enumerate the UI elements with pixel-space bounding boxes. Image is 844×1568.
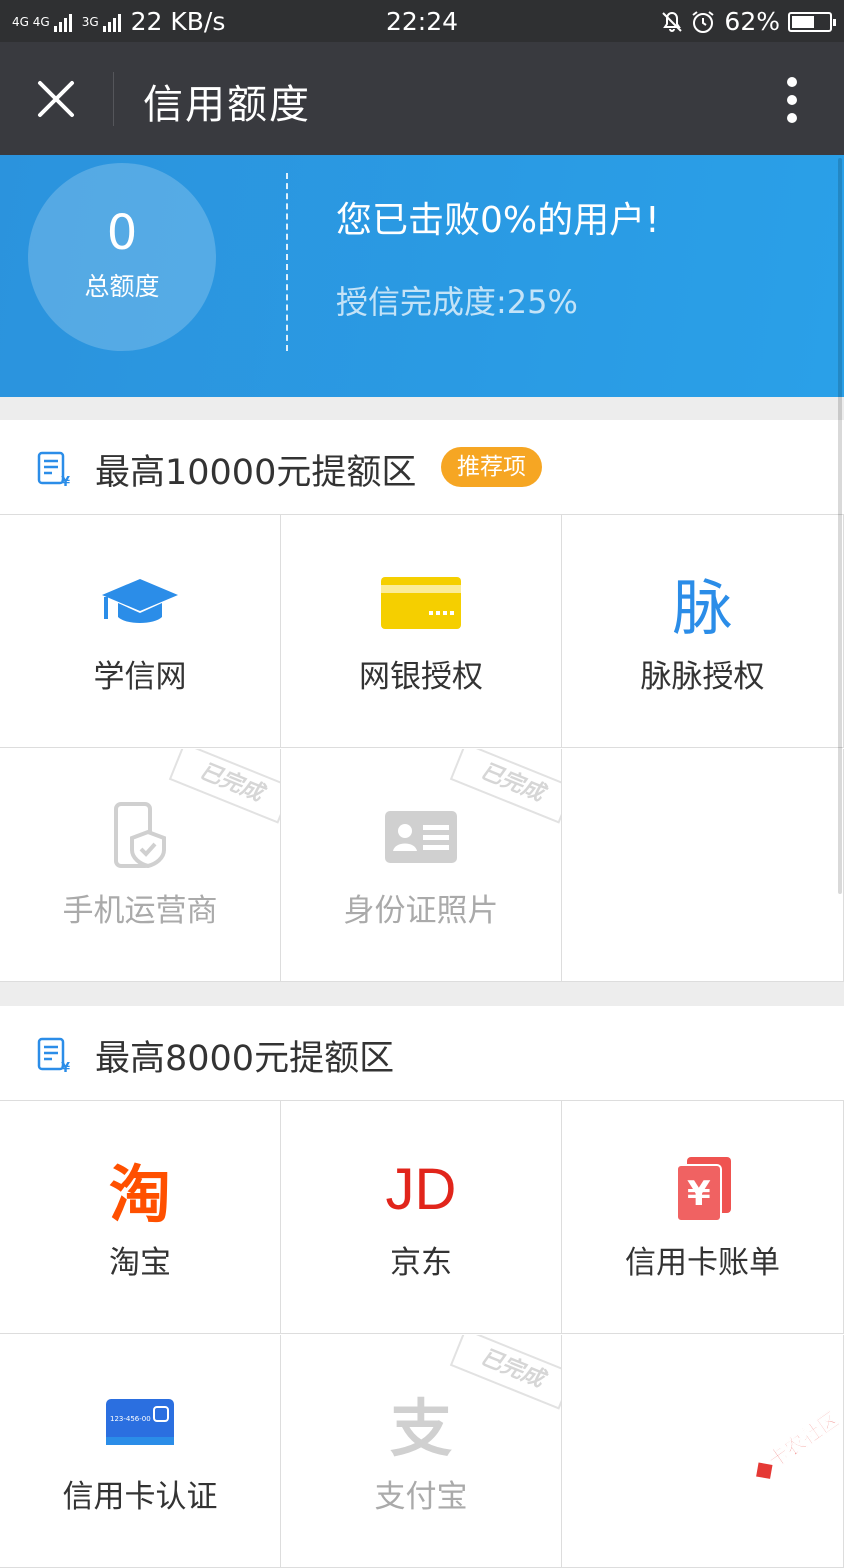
maimai-icon: 脉 (661, 561, 745, 645)
title-divider (113, 72, 114, 126)
credit-summary: 0 总额度 您已击败0%的用户! 授信完成度:25% (0, 155, 844, 397)
total-amount-circle: 0 总额度 (28, 163, 216, 351)
credit-card-icon: 123-456-00 (98, 1381, 182, 1465)
title-bar: 信用额度 (0, 42, 844, 155)
item-taobao[interactable]: 淘 淘宝 (0, 1101, 281, 1334)
item-label: 京东 (390, 1245, 452, 1281)
status-bar: 4G 4G 3G 22 KB/s 22:24 62% (0, 0, 844, 42)
battery-percent: 62% (724, 7, 780, 36)
section-8000-grid: 淘 淘宝 JD 京东 ¥ 信用卡账单 123-456-00 信用卡认证 已完成 … (0, 1100, 844, 1568)
total-amount-label: 总额度 (84, 272, 160, 301)
id-card-icon (379, 795, 463, 879)
item-maimai[interactable]: 脉 脉脉授权 (562, 515, 844, 748)
item-label: 信用卡账单 (625, 1245, 780, 1281)
page-title: 信用额度 (143, 82, 311, 128)
status-right: 62% (660, 7, 836, 36)
svg-text:¥: ¥ (61, 475, 70, 488)
scrollbar[interactable] (838, 158, 842, 894)
bill-yuan-icon: ¥ (37, 451, 70, 488)
section-10000-header: ¥ 最高10000元提额区 推荐项 (0, 420, 844, 514)
taobao-icon: 淘 (98, 1147, 182, 1231)
item-credit-card-auth[interactable]: 123-456-00 信用卡认证 (0, 1335, 281, 1568)
maimai-icon-glyph: 脉 (672, 573, 733, 644)
bank-card-icon (379, 561, 463, 645)
watermark-text: 卡农社区 (764, 1407, 842, 1473)
item-alipay[interactable]: 已完成 支 支付宝 (281, 1335, 562, 1568)
completed-stamp: 已完成 (449, 749, 561, 824)
graduation-cap-icon (98, 561, 182, 645)
total-amount-value: 0 (106, 205, 138, 261)
section-10000-grid: 学信网 网银授权 脉 脉脉授权 已完成 手机运营商 已完成 身份证照片 (0, 514, 844, 982)
item-label: 信用卡认证 (62, 1479, 218, 1515)
item-mobile-carrier[interactable]: 已完成 手机运营商 (0, 749, 281, 982)
recommended-badge: 推荐项 (441, 447, 542, 487)
battery-icon (788, 11, 836, 32)
bill-yuan-icon: ¥ (37, 1037, 70, 1074)
item-label: 支付宝 (374, 1479, 468, 1515)
card-number-text: 123-456-00 (110, 1415, 151, 1423)
item-label: 身份证照片 (343, 893, 499, 929)
section-title: 最高10000元提额区 (95, 453, 417, 493)
item-label: 手机运营商 (62, 893, 218, 929)
item-credit-bill[interactable]: ¥ 信用卡账单 (562, 1101, 844, 1334)
item-label: 淘宝 (109, 1245, 171, 1281)
completed-stamp: 已完成 (168, 749, 280, 824)
item-xuexin[interactable]: 学信网 (0, 515, 281, 748)
alarm-icon (692, 10, 715, 33)
phone-shield-icon (98, 795, 182, 879)
svg-text:¥: ¥ (61, 1061, 70, 1074)
completed-stamp: 已完成 (449, 1335, 561, 1410)
jd-icon-glyph: JD (385, 1156, 457, 1222)
item-label: 学信网 (93, 659, 187, 695)
jd-icon: JD (379, 1147, 463, 1231)
empty-cell (562, 749, 844, 982)
item-label: 脉脉授权 (640, 659, 765, 695)
alipay-icon: 支 (379, 1381, 463, 1465)
item-label: 网银授权 (359, 659, 483, 695)
alipay-icon-glyph: 支 (389, 1392, 452, 1465)
close-icon[interactable] (36, 79, 76, 119)
taobao-icon-glyph: 淘 (108, 1158, 171, 1231)
credit-bill-icon: ¥ (661, 1147, 745, 1231)
more-options-icon[interactable] (786, 76, 798, 124)
item-bank-auth[interactable]: 网银授权 (281, 515, 562, 748)
summary-divider (286, 173, 288, 351)
kanong-watermark-logo: 卡农社区 (756, 1407, 842, 1479)
section-title: 最高8000元提额区 (95, 1039, 395, 1079)
section-8000-header: ¥ 最高8000元提额区 (0, 1006, 844, 1100)
svg-text:¥: ¥ (687, 1174, 711, 1214)
item-id-photo[interactable]: 已完成 身份证照片 (281, 749, 562, 982)
item-jd[interactable]: JD 京东 (281, 1101, 562, 1334)
mute-bell-icon (662, 11, 683, 32)
credit-progress-text: 授信完成度:25% (336, 283, 578, 321)
beat-users-text: 您已击败0%的用户! (336, 200, 660, 241)
